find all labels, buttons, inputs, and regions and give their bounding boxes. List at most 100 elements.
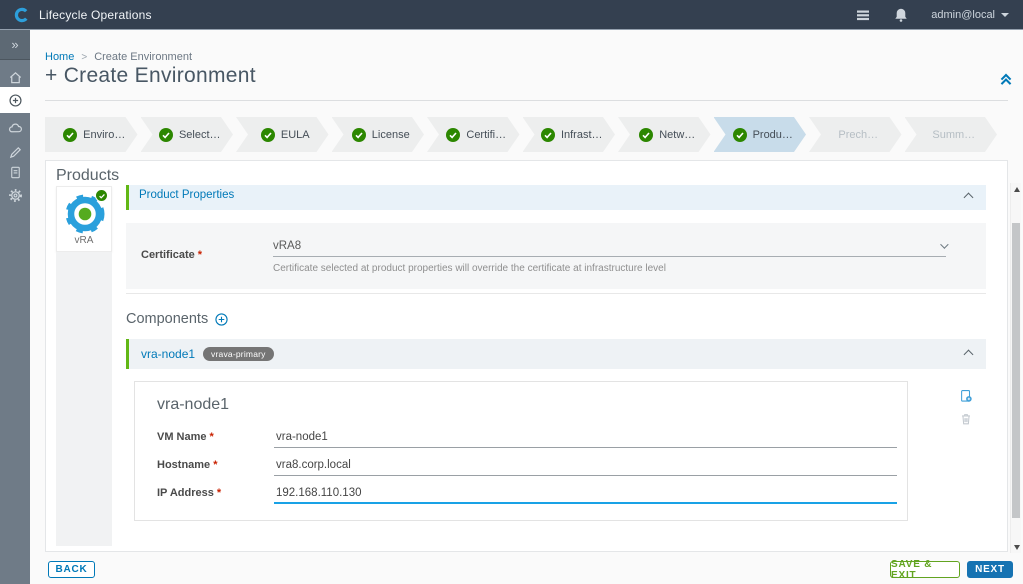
user-menu[interactable]: admin@local bbox=[931, 9, 1009, 21]
step-complete-icon bbox=[261, 128, 275, 142]
certificate-help-text: Certificate selected at product properti… bbox=[273, 263, 666, 274]
save-and-exit-button[interactable]: SAVE & EXIT bbox=[890, 559, 960, 581]
chevron-up-icon[interactable] bbox=[963, 349, 974, 359]
wizard-step-products[interactable]: Produ… bbox=[714, 117, 807, 152]
required-marker: * bbox=[216, 487, 222, 499]
product-rail bbox=[56, 252, 112, 546]
wizard-step-infrastructure[interactable]: Infrast… bbox=[523, 117, 616, 152]
step-label: Select… bbox=[178, 128, 221, 141]
product-tile-label: vRA bbox=[74, 235, 94, 246]
trash-icon[interactable] bbox=[959, 412, 973, 426]
wizard-step-summary[interactable]: Summ… bbox=[905, 117, 998, 152]
vm-name-input[interactable] bbox=[274, 431, 897, 448]
component-role-badge: vrava-primary bbox=[203, 347, 274, 361]
triangle-up-icon bbox=[1013, 186, 1020, 192]
add-component-icon[interactable] bbox=[215, 312, 228, 326]
header-actions: admin@local bbox=[855, 7, 1009, 23]
wizard-step-license[interactable]: License bbox=[332, 117, 425, 152]
scrollbar-thumb[interactable] bbox=[1012, 223, 1020, 518]
product-properties-title: Product Properties bbox=[139, 189, 235, 201]
wizard-step-eula[interactable]: EULA bbox=[236, 117, 329, 152]
products-panel: Products vRA Product Properties Certific… bbox=[45, 160, 1008, 552]
required-marker: * bbox=[209, 431, 214, 443]
next-button[interactable]: NEXT bbox=[967, 561, 1013, 578]
sidebar-item-settings[interactable] bbox=[0, 182, 30, 208]
lifecycle-operations-window: Lifecycle Operations admin@local » Home … bbox=[0, 0, 1023, 584]
step-label: Infrast… bbox=[560, 128, 603, 141]
certificate-select[interactable]: vRA8 bbox=[273, 235, 949, 257]
triangle-down-icon bbox=[1013, 544, 1020, 550]
component-header-vra-node1[interactable]: vra-node1 vrava-primary bbox=[126, 339, 986, 369]
ip-address-input[interactable] bbox=[274, 487, 897, 504]
app-header: Lifecycle Operations admin@local bbox=[0, 0, 1023, 30]
double-chevron-right-icon: » bbox=[11, 37, 19, 52]
product-tile-vra[interactable]: vRA bbox=[56, 186, 112, 252]
sidebar-item-create-environment[interactable] bbox=[0, 87, 30, 113]
wizard-step-certificate[interactable]: Certifi… bbox=[427, 117, 520, 152]
required-marker: * bbox=[213, 459, 218, 471]
notifications-bell-icon[interactable] bbox=[893, 7, 909, 23]
gear-icon bbox=[8, 188, 22, 202]
ip-address-field-row: IP Address * bbox=[157, 482, 897, 504]
home-icon bbox=[9, 71, 21, 83]
step-label: License bbox=[371, 128, 410, 141]
scroll-up-arrow[interactable] bbox=[1011, 183, 1022, 195]
step-complete-icon bbox=[639, 128, 653, 142]
hostname-label: Hostname * bbox=[157, 459, 218, 471]
certificate-panel: Certificate * vRA8 Certificate selected a… bbox=[126, 223, 986, 289]
back-button[interactable]: BACK bbox=[48, 561, 95, 578]
vmware-lcm-logo-icon bbox=[14, 7, 30, 22]
certificate-label: Certificate * bbox=[141, 249, 203, 261]
step-label: Enviro… bbox=[83, 128, 126, 141]
sidebar-expand-button[interactable]: » bbox=[0, 30, 30, 60]
step-complete-icon bbox=[352, 128, 366, 142]
step-complete-icon bbox=[733, 128, 747, 142]
step-label: Netw… bbox=[659, 128, 696, 141]
chevron-up-icon[interactable] bbox=[963, 192, 974, 203]
component-card-vra-node1: vra-node1 VM Name* Hostname* IP Address* bbox=[134, 381, 908, 521]
step-complete-icon bbox=[63, 128, 77, 142]
wizard-step-select[interactable]: Select… bbox=[141, 117, 234, 152]
step-label: Produ… bbox=[752, 128, 793, 141]
brand: Lifecycle Operations bbox=[14, 7, 152, 23]
app-title: Lifecycle Operations bbox=[39, 7, 152, 22]
hostname-input[interactable] bbox=[274, 459, 897, 476]
product-properties-section-header[interactable]: Product Properties bbox=[126, 185, 986, 210]
vm-name-field-row: VM Name * bbox=[157, 426, 897, 448]
double-chevron-up-icon[interactable] bbox=[998, 71, 1014, 87]
environments-cloud-icon bbox=[8, 123, 22, 132]
scroll-down-arrow[interactable] bbox=[1011, 541, 1022, 553]
vertical-scrollbar[interactable] bbox=[1010, 183, 1021, 553]
step-label: Prech… bbox=[838, 128, 879, 141]
chevron-down-icon bbox=[940, 239, 949, 249]
breadcrumb-home-link[interactable]: Home bbox=[45, 51, 74, 63]
step-label: Certifi… bbox=[466, 128, 507, 141]
applications-icon[interactable] bbox=[855, 7, 871, 23]
main-sidebar: » bbox=[0, 30, 30, 584]
chevron-down-icon bbox=[1001, 12, 1009, 17]
step-label: Summ… bbox=[932, 128, 976, 141]
wizard-step-network[interactable]: Netw… bbox=[618, 117, 711, 152]
breadcrumb: Home > Create Environment bbox=[45, 51, 192, 63]
component-card-title: vra-node1 bbox=[157, 396, 230, 413]
section-divider bbox=[126, 293, 986, 294]
step-complete-icon bbox=[446, 128, 460, 142]
wizard-step-precheck[interactable]: Prech… bbox=[809, 117, 902, 152]
document-badge-icon[interactable] bbox=[959, 389, 973, 403]
wizard-step-environment[interactable]: Enviro… bbox=[45, 117, 138, 152]
header-divider bbox=[45, 100, 1008, 101]
breadcrumb-separator: > bbox=[81, 51, 88, 63]
step-label: EULA bbox=[280, 128, 310, 141]
certificate-selected-value: vRA8 bbox=[273, 239, 302, 252]
wizard-stepper: Enviro… Select… EULA License Certifi… In… bbox=[45, 117, 1000, 152]
breadcrumb-current: Create Environment bbox=[94, 51, 193, 63]
vm-name-label: VM Name * bbox=[157, 431, 214, 443]
step-complete-icon bbox=[159, 128, 173, 142]
page-title: + Create Environment bbox=[45, 64, 256, 87]
sidebar-item-environments[interactable] bbox=[0, 115, 30, 141]
component-actions bbox=[959, 389, 973, 426]
hostname-field-row: Hostname * bbox=[157, 454, 897, 476]
plus-circle-icon bbox=[8, 93, 22, 107]
pencil-tag-icon bbox=[9, 146, 21, 158]
required-marker: * bbox=[197, 249, 203, 261]
